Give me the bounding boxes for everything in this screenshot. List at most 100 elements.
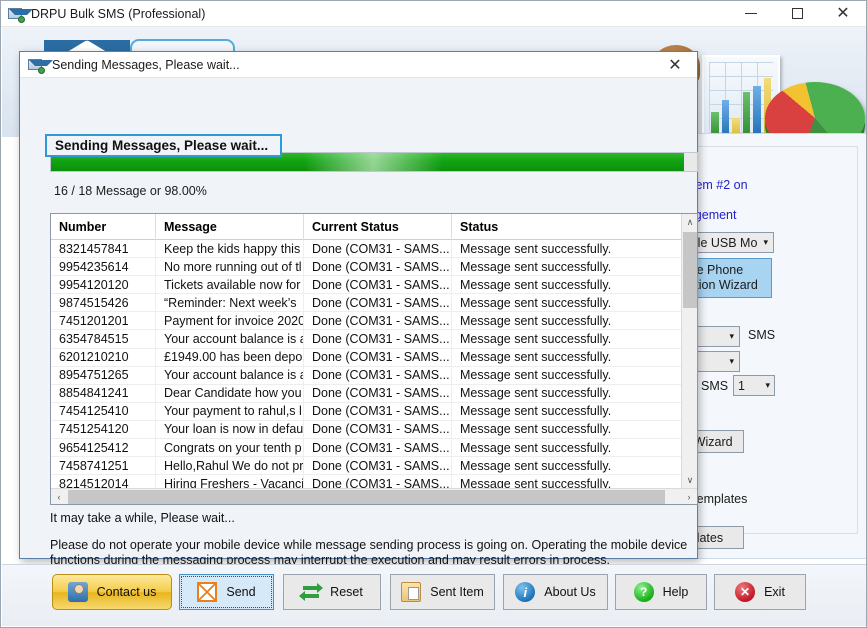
about-us-button[interactable]: i About Us: [503, 574, 608, 610]
exit-button[interactable]: ✕ Exit: [714, 574, 806, 610]
chevron-down-icon: ▾: [729, 356, 734, 366]
table-cell-status: Message sent successfully.: [460, 386, 612, 401]
table-cell-status: Message sent successfully.: [460, 259, 612, 274]
table-row[interactable]: 8321457841 Keep the kids happy this Done (…: [51, 240, 682, 259]
table-cell-number: 6354784515: [51, 329, 156, 349]
table-cell-status: Message sent successfully.: [460, 440, 612, 455]
scroll-left-icon[interactable]: ‹: [51, 489, 67, 504]
window-title-bar: DRPU Bulk SMS (Professional) ✕: [1, 1, 866, 27]
bottom-toolbar: Contact us Send Reset Sent Item i About …: [2, 564, 866, 626]
grid-vertical-scrollbar[interactable]: ∧ ∨: [681, 214, 697, 489]
minimize-button[interactable]: [728, 1, 774, 26]
table-cell-status: Message sent successfully.: [460, 458, 612, 473]
question-circle-icon: ?: [633, 582, 654, 602]
close-icon: ✕: [836, 4, 850, 22]
table-cell-number: 7451254120: [51, 420, 156, 439]
table-row[interactable]: 6201210210 £1949.00 has been depos Done (C…: [51, 348, 682, 367]
table-row[interactable]: 7451201201 Payment for invoice 2020 Done (…: [51, 311, 682, 331]
dialog-title: Sending Messages, Please wait...: [52, 57, 240, 72]
progress-count-label: 16 / 18 Message or 98.00%: [54, 184, 207, 198]
column-header-status[interactable]: Status: [452, 214, 682, 240]
table-cell-current-status: Done (COM31 - SAMS...: [304, 420, 452, 439]
contact-us-button[interactable]: Contact us: [52, 574, 172, 610]
sending-messages-dialog: Sending Messages, Please wait... ✕ Sendi…: [19, 51, 705, 608]
maximize-icon: [791, 8, 803, 19]
close-button[interactable]: ✕: [820, 1, 866, 26]
grid-horizontal-scrollbar[interactable]: ‹ ›: [51, 488, 697, 504]
table-cell-current-status: Done (COM31 - SAMS...: [304, 402, 452, 421]
table-cell-current-status: Done (COM31 - SAMS...: [304, 384, 452, 403]
send-label: Send: [226, 585, 256, 599]
send-button[interactable]: Send: [179, 574, 274, 610]
table-row[interactable]: 6354784515 Your account balance is a Done …: [51, 329, 682, 349]
table-cell-current-status: Done (COM31 - SAMS...: [304, 348, 452, 367]
table-cell-number: 7451201201: [51, 311, 156, 330]
table-cell-current-status: Done (COM31 - SAMS...: [304, 329, 452, 349]
table-cell-number: 8954751265: [51, 366, 156, 385]
horizontal-scroll-thumb[interactable]: [68, 490, 665, 504]
vertical-scroll-thumb[interactable]: [683, 232, 697, 308]
sent-item-label: Sent Item: [430, 585, 484, 599]
reset-button[interactable]: Reset: [283, 574, 381, 610]
scroll-up-icon[interactable]: ∧: [682, 214, 697, 231]
table-cell-status: Message sent successfully.: [460, 422, 612, 437]
table-row[interactable]: 7451254120 Your loan is now in defau Done …: [51, 420, 682, 440]
messages-grid: Number Message Current Status Status 832…: [50, 213, 698, 505]
table-cell-status: Message sent successfully.: [460, 277, 612, 292]
table-row[interactable]: 9654125412 Congrats on your tenth p Done (…: [51, 438, 682, 458]
table-cell-status: Message sent successfully.: [460, 313, 612, 328]
column-header-current-status[interactable]: Current Status: [304, 214, 452, 240]
table-cell-number: 8854841241: [51, 384, 156, 403]
table-cell-message: Tickets available now for: [156, 275, 304, 294]
table-cell-number: 9874515426: [51, 293, 156, 312]
help-button[interactable]: ? Help: [615, 574, 707, 610]
table-cell-message: “Reminder: Next week’s: [156, 293, 304, 312]
table-cell-current-status: Done (COM31 - SAMS...: [304, 275, 452, 294]
column-header-number[interactable]: Number: [51, 214, 156, 240]
table-cell-number: 9954120120: [51, 275, 156, 294]
wait-text: It may take a while, Please wait...: [50, 511, 235, 525]
scroll-right-icon[interactable]: ›: [681, 489, 697, 504]
chevron-down-icon: ▾: [729, 331, 734, 341]
banner-pie-chart-graphic: [765, 82, 865, 137]
table-cell-message: Your loan is now in defau: [156, 420, 304, 439]
grid-body: 8321457841 Keep the kids happy this Done (…: [51, 240, 682, 490]
table-cell-number: 9954235614: [51, 257, 156, 276]
sms-app-icon: [28, 57, 53, 74]
maximize-button[interactable]: [774, 1, 820, 26]
table-cell-message: Your payment to rahul,s l: [156, 402, 304, 421]
table-cell-message: Your account balance is a: [156, 329, 304, 349]
table-row[interactable]: 9874515426 “Reminder: Next week’s Done (CO…: [51, 293, 682, 313]
table-row[interactable]: 7454125410 Your payment to rahul,s l Done …: [51, 402, 682, 421]
table-cell-message: Congrats on your tenth p: [156, 438, 304, 457]
table-cell-current-status: Done (COM31 - SAMS...: [304, 257, 452, 276]
table-cell-message: Dear Candidate how you: [156, 384, 304, 403]
dialog-heading-label: Sending Messages, Please wait...: [55, 138, 269, 153]
sent-item-button[interactable]: Sent Item: [390, 574, 495, 610]
contact-us-label: Contact us: [96, 585, 157, 599]
scroll-down-icon[interactable]: ∨: [682, 472, 697, 489]
swap-arrows-icon: [299, 582, 324, 602]
table-cell-current-status: Done (COM31 - SAMS...: [304, 366, 452, 385]
contact-person-icon: [67, 582, 88, 602]
table-row[interactable]: 9954235614 No more running out of tl Done …: [51, 257, 682, 277]
table-cell-number: 7458741251: [51, 456, 156, 475]
column-header-message[interactable]: Message: [156, 214, 304, 240]
dialog-heading: Sending Messages, Please wait...: [45, 134, 283, 157]
table-row[interactable]: 8854841241 Dear Candidate how you Done (CO…: [51, 384, 682, 403]
retry-attempts-select[interactable]: 1 ▾: [733, 375, 775, 396]
table-row[interactable]: 8954751265 Your account balance is a Done …: [51, 366, 682, 385]
close-icon: ✕: [668, 56, 682, 74]
dialog-close-button[interactable]: ✕: [653, 52, 697, 77]
table-cell-status: Message sent successfully.: [460, 332, 612, 347]
table-cell-current-status: Done (COM31 - SAMS...: [304, 311, 452, 330]
table-cell-status: Message sent successfully.: [460, 350, 612, 365]
table-cell-current-status: Done (COM31 - SAMS...: [304, 240, 452, 258]
table-cell-status: Message sent successfully.: [460, 404, 612, 419]
reset-label: Reset: [330, 585, 363, 599]
table-cell-message: Hello,Rahul We do not pr: [156, 456, 304, 475]
table-row[interactable]: 7458741251 Hello,Rahul We do not pr Done (…: [51, 456, 682, 476]
table-cell-number: 6201210210: [51, 348, 156, 367]
table-row[interactable]: 9954120120 Tickets available now for Done …: [51, 275, 682, 295]
table-cell-message: No more running out of tl: [156, 257, 304, 276]
